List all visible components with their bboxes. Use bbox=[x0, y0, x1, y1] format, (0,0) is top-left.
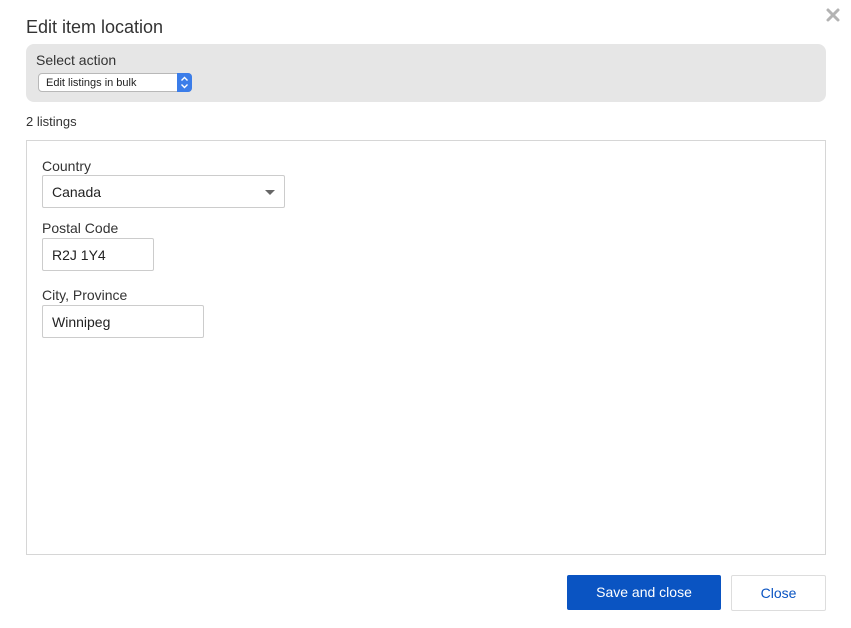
action-select[interactable]: Edit listings in bulk bbox=[38, 73, 192, 92]
save-and-close-button[interactable]: Save and close bbox=[567, 575, 721, 610]
postal-code-label: Postal Code bbox=[42, 220, 119, 236]
country-value: Canada bbox=[52, 184, 102, 200]
country-label: Country bbox=[42, 158, 92, 174]
city-province-value: Winnipeg bbox=[52, 314, 111, 330]
dialog-title: Edit item location bbox=[26, 17, 164, 37]
select-action-panel: Select action Edit listings in bulk bbox=[26, 44, 826, 102]
listing-count: 2 listings bbox=[26, 114, 77, 129]
chevron-down-icon bbox=[265, 190, 275, 195]
postal-code-value: R2J 1Y4 bbox=[52, 247, 106, 263]
select-action-label: Select action bbox=[36, 52, 117, 68]
city-province-label: City, Province bbox=[42, 287, 128, 303]
select-arrows-icon bbox=[177, 73, 192, 92]
city-province-input[interactable]: Winnipeg bbox=[42, 305, 204, 338]
edit-location-dialog: Edit item location Select action Edit li… bbox=[0, 0, 851, 628]
postal-code-input[interactable]: R2J 1Y4 bbox=[42, 238, 154, 271]
action-select-value: Edit listings in bulk bbox=[46, 77, 137, 89]
country-select[interactable]: Canada bbox=[42, 175, 285, 208]
close-button[interactable]: Close bbox=[731, 575, 826, 611]
close-icon[interactable] bbox=[824, 6, 842, 24]
location-form: Country Canada Postal Code R2J 1Y4 City,… bbox=[26, 140, 826, 555]
